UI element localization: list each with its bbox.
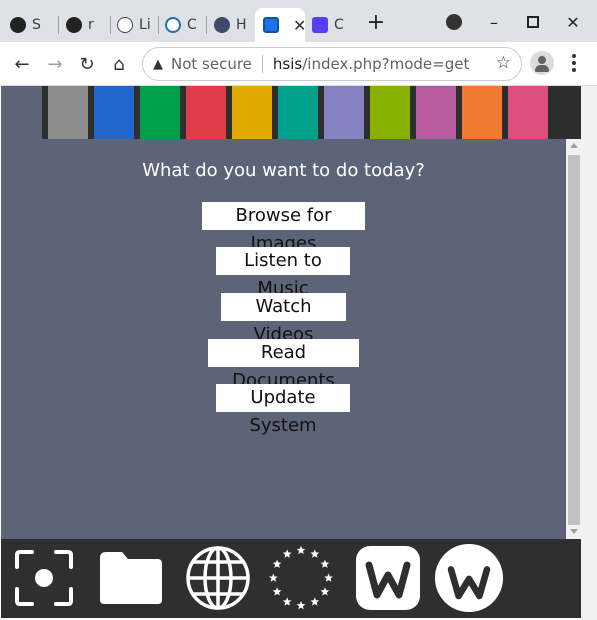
- menu-icon[interactable]: [567, 52, 581, 74]
- tab-7[interactable]: C: [312, 8, 348, 42]
- chevron-down-icon: [446, 14, 462, 30]
- tab-3[interactable]: Li: [117, 8, 153, 42]
- update-system-button[interactable]: Update System: [216, 384, 350, 436]
- star-shape: [296, 601, 306, 610]
- eu-stars-icon[interactable]: [266, 543, 336, 613]
- color-swatch: [140, 86, 180, 139]
- star-shape: [296, 545, 306, 555]
- color-swatch: [324, 86, 364, 139]
- github-icon: [10, 17, 26, 33]
- page-question: What do you want to do today?: [142, 160, 425, 181]
- maximize-icon: [527, 16, 539, 28]
- arrow-left-icon: ←: [14, 53, 30, 75]
- star-shape: [320, 587, 330, 596]
- star-shape: [282, 549, 292, 558]
- tab-label: C: [187, 17, 197, 33]
- star-icon[interactable]: ☆: [496, 53, 511, 73]
- color-swatch: [48, 86, 88, 139]
- screenshot-icon[interactable]: [9, 543, 79, 613]
- scroll-thumb[interactable]: [568, 155, 580, 525]
- address-bar[interactable]: ▲ Not secure hsis/index.php?mode=get ☆: [142, 47, 522, 81]
- tab-5[interactable]: H: [214, 8, 250, 42]
- color-swatch: [462, 86, 502, 139]
- scroll-down-icon[interactable]: [570, 529, 578, 534]
- vertical-scrollbar[interactable]: [566, 139, 582, 539]
- color-swatch: [232, 86, 272, 139]
- wikipedia-icon: [117, 17, 133, 33]
- color-swatch: [94, 86, 134, 139]
- watch-videos-button[interactable]: Watch Videos: [221, 293, 346, 345]
- w-logo-icon: [214, 17, 230, 33]
- reload-icon: ↻: [79, 53, 95, 75]
- tab-2[interactable]: r: [66, 8, 104, 42]
- color-swatch: [416, 86, 456, 139]
- dock: [1, 539, 581, 618]
- tab-label: H: [236, 17, 247, 33]
- star-shape: [324, 573, 334, 582]
- tab-active[interactable]: ✕: [255, 8, 305, 42]
- page-content: What do you want to do today? Browse for…: [1, 86, 582, 539]
- read-documents-button[interactable]: Read Documents: [208, 339, 359, 391]
- s-icon: [312, 17, 328, 33]
- tab-label: Li: [139, 17, 151, 33]
- toolbar: ← → ↻ ⌂ ▲ Not secure hsis/index.php?mode…: [0, 42, 597, 86]
- w-circle-icon[interactable]: [434, 543, 504, 613]
- back-button[interactable]: ←: [8, 50, 36, 78]
- close-icon[interactable]: ✕: [293, 16, 305, 35]
- tab-search-button[interactable]: [442, 10, 466, 34]
- folder-icon[interactable]: [96, 543, 166, 613]
- home-icon: ⌂: [113, 53, 125, 75]
- color-swatch: [278, 86, 318, 139]
- app-icon: [263, 17, 279, 33]
- star-shape: [268, 573, 278, 582]
- browse-images-button[interactable]: Browse for Images: [202, 202, 365, 254]
- debian-icon: [165, 17, 181, 33]
- tab-label: r: [88, 17, 94, 33]
- star-shape: [320, 559, 330, 568]
- new-tab-button[interactable]: +: [364, 10, 388, 35]
- star-shape: [272, 559, 282, 568]
- arrow-right-icon: →: [47, 53, 63, 75]
- window-edge: [581, 86, 597, 620]
- color-strip: [42, 86, 582, 139]
- maximize-button[interactable]: [521, 10, 545, 34]
- color-swatch: [370, 86, 410, 139]
- tab-4[interactable]: C: [165, 8, 201, 42]
- github-icon: [66, 17, 82, 33]
- url-host: hsis: [272, 55, 303, 73]
- close-window-button[interactable]: ✕: [561, 10, 585, 34]
- tab-strip: S r Li C H ✕ C + – ✕: [0, 0, 597, 42]
- star-shape: [282, 597, 292, 606]
- security-label: Not secure: [171, 55, 252, 73]
- minimize-button[interactable]: –: [482, 10, 506, 34]
- star-shape: [310, 549, 320, 558]
- profile-avatar[interactable]: [530, 51, 554, 75]
- tab-1[interactable]: S: [10, 8, 54, 42]
- color-swatch: [186, 86, 226, 139]
- listen-music-button[interactable]: Listen to Music: [216, 247, 350, 299]
- reload-button[interactable]: ↻: [73, 50, 101, 78]
- globe-icon[interactable]: [183, 543, 253, 613]
- star-shape: [310, 597, 320, 606]
- tab-label: S: [32, 17, 41, 33]
- star-shape: [272, 587, 282, 596]
- home-button[interactable]: ⌂: [105, 50, 133, 78]
- w-app-icon[interactable]: [353, 543, 423, 613]
- tab-label: C: [334, 17, 344, 33]
- warning-icon: ▲: [153, 56, 163, 72]
- color-swatch: [508, 86, 548, 139]
- scroll-up-icon[interactable]: [570, 143, 578, 148]
- url-path: /index.php?mode=get: [302, 55, 470, 73]
- forward-button[interactable]: →: [41, 50, 69, 78]
